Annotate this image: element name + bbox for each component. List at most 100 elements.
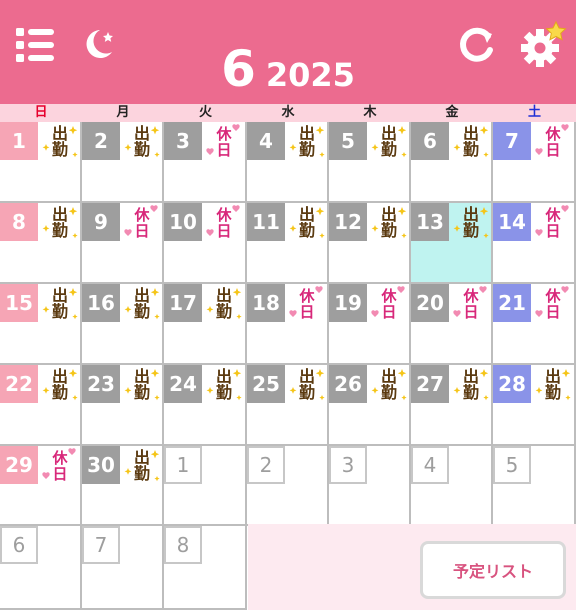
calendar-day[interactable]: 5出勤 bbox=[329, 122, 411, 203]
calendar-day[interactable]: 2 bbox=[247, 446, 329, 526]
calendar-day[interactable]: 26 出勤 bbox=[329, 365, 411, 446]
calendar-day[interactable]: 11 出勤 bbox=[247, 203, 329, 284]
holiday-stamp-icon: 休日 bbox=[535, 205, 571, 241]
stamp-char: 日 bbox=[463, 303, 479, 321]
day-number: 26 bbox=[329, 365, 367, 403]
calendar-day[interactable]: 3休日 bbox=[164, 122, 247, 203]
schedule-list-button[interactable]: 予定リスト bbox=[420, 541, 566, 599]
calendar-day[interactable]: 7 bbox=[82, 526, 164, 610]
calendar-day[interactable]: 24 出勤 bbox=[164, 365, 247, 446]
stamp-char: 勤 bbox=[215, 302, 232, 321]
stamp-char: 休 bbox=[381, 287, 397, 305]
holiday-stamp-icon: 休日 bbox=[206, 124, 242, 160]
day-number: 9 bbox=[82, 203, 120, 241]
stamp-char: 勤 bbox=[133, 383, 150, 402]
stamp-char: 日 bbox=[134, 222, 150, 240]
calendar-day[interactable]: 1 bbox=[164, 446, 247, 526]
holiday-stamp-icon: 休日 bbox=[535, 286, 571, 322]
calendar-day[interactable]: 2出勤 bbox=[82, 122, 164, 203]
work-stamp-icon: 出勤 bbox=[124, 367, 160, 403]
calendar-day-today[interactable]: 13 出勤 bbox=[411, 203, 493, 284]
calendar-day[interactable]: 28 出勤 bbox=[493, 365, 576, 446]
holiday-stamp-icon: 休日 bbox=[453, 286, 489, 322]
calendar-day[interactable]: 27 出勤 bbox=[411, 365, 493, 446]
work-stamp-icon: 出勤 bbox=[289, 367, 325, 403]
calendar-day[interactable]: 4 bbox=[411, 446, 493, 526]
stamp-char: 休 bbox=[545, 125, 561, 143]
work-stamp-icon: 出勤 bbox=[206, 286, 242, 322]
day-number: 11 bbox=[247, 203, 285, 241]
calendar-day[interactable]: 23 出勤 bbox=[82, 365, 164, 446]
calendar-day[interactable]: 29 休日 bbox=[0, 446, 82, 526]
stamp-char: 日 bbox=[545, 141, 561, 159]
day-number: 18 bbox=[247, 284, 285, 322]
year-number: 2025 bbox=[265, 56, 355, 94]
stamp-char: 休 bbox=[216, 206, 232, 224]
calendar-day[interactable]: 6出勤 bbox=[411, 122, 493, 203]
day-number: 5 bbox=[493, 446, 531, 484]
stamp-char: 勤 bbox=[544, 383, 561, 402]
stamp-char: 勤 bbox=[51, 302, 68, 321]
stamp-char: 勤 bbox=[133, 302, 150, 321]
work-stamp-icon: 出勤 bbox=[42, 286, 78, 322]
calendar-day[interactable]: 21 休日 bbox=[493, 284, 576, 365]
day-number: 6 bbox=[411, 122, 449, 160]
calendar-day[interactable]: 18 休日 bbox=[247, 284, 329, 365]
calendar-day[interactable]: 15 出勤 bbox=[0, 284, 82, 365]
stamp-char: 日 bbox=[381, 303, 397, 321]
calendar-day[interactable]: 14 休日 bbox=[493, 203, 576, 284]
calendar-day[interactable]: 8 bbox=[164, 526, 247, 610]
day-number: 6 bbox=[0, 526, 38, 564]
calendar-day[interactable]: 8出勤 bbox=[0, 203, 82, 284]
day-number: 20 bbox=[411, 284, 449, 322]
holiday-stamp-icon: 休日 bbox=[289, 286, 325, 322]
weekday-label: 金 bbox=[445, 105, 459, 120]
stamp-char: 休 bbox=[134, 206, 150, 224]
calendar-day[interactable]: 10 休日 bbox=[164, 203, 247, 284]
day-number: 25 bbox=[247, 365, 285, 403]
stamp-char: 勤 bbox=[215, 383, 232, 402]
work-stamp-icon: 出勤 bbox=[124, 286, 160, 322]
day-number: 8 bbox=[164, 526, 202, 564]
stamp-char: 勤 bbox=[380, 221, 397, 240]
calendar-day[interactable]: 3 bbox=[329, 446, 411, 526]
day-number: 2 bbox=[247, 446, 285, 484]
calendar-day[interactable]: 30 出勤 bbox=[82, 446, 164, 526]
stamp-char: 勤 bbox=[462, 221, 479, 240]
calendar-day[interactable]: 16 出勤 bbox=[82, 284, 164, 365]
calendar-day[interactable]: 1出勤 bbox=[0, 122, 82, 203]
calendar-day[interactable]: 25 出勤 bbox=[247, 365, 329, 446]
day-number: 12 bbox=[329, 203, 367, 241]
stamp-char: 休 bbox=[463, 287, 479, 305]
day-number: 3 bbox=[164, 122, 202, 160]
day-number: 7 bbox=[82, 526, 120, 564]
stamp-char: 休 bbox=[216, 125, 232, 143]
stamp-char: 勤 bbox=[380, 140, 397, 159]
day-number: 17 bbox=[164, 284, 202, 322]
day-number: 10 bbox=[164, 203, 202, 241]
calendar-day[interactable]: 20 休日 bbox=[411, 284, 493, 365]
calendar-day[interactable]: 19 休日 bbox=[329, 284, 411, 365]
calendar-day[interactable]: 7休日 bbox=[493, 122, 576, 203]
stamp-char: 勤 bbox=[298, 221, 315, 240]
calendar-day[interactable]: 5 bbox=[493, 446, 576, 526]
holiday-stamp-icon: 休日 bbox=[371, 286, 407, 322]
stamp-char: 休 bbox=[299, 287, 315, 305]
work-stamp-icon: 出勤 bbox=[124, 124, 160, 160]
calendar-day[interactable]: 6 bbox=[0, 526, 82, 610]
calendar-day[interactable]: 22 出勤 bbox=[0, 365, 82, 446]
work-stamp-icon: 出勤 bbox=[371, 205, 407, 241]
stamp-char: 日 bbox=[216, 222, 232, 240]
day-number: 22 bbox=[0, 365, 38, 403]
calendar-day[interactable]: 4出勤 bbox=[247, 122, 329, 203]
calendar-day[interactable]: 9休日 bbox=[82, 203, 164, 284]
work-stamp-icon: 出勤 bbox=[124, 448, 160, 484]
calendar-day[interactable]: 17 出勤 bbox=[164, 284, 247, 365]
day-number: 30 bbox=[82, 446, 120, 484]
day-number: 16 bbox=[82, 284, 120, 322]
weekday-label: 木 bbox=[363, 105, 377, 120]
stamp-char: 日 bbox=[545, 222, 561, 240]
work-stamp-icon: 出勤 bbox=[206, 367, 242, 403]
calendar-day[interactable]: 12 出勤 bbox=[329, 203, 411, 284]
stamp-char: 休 bbox=[545, 287, 561, 305]
